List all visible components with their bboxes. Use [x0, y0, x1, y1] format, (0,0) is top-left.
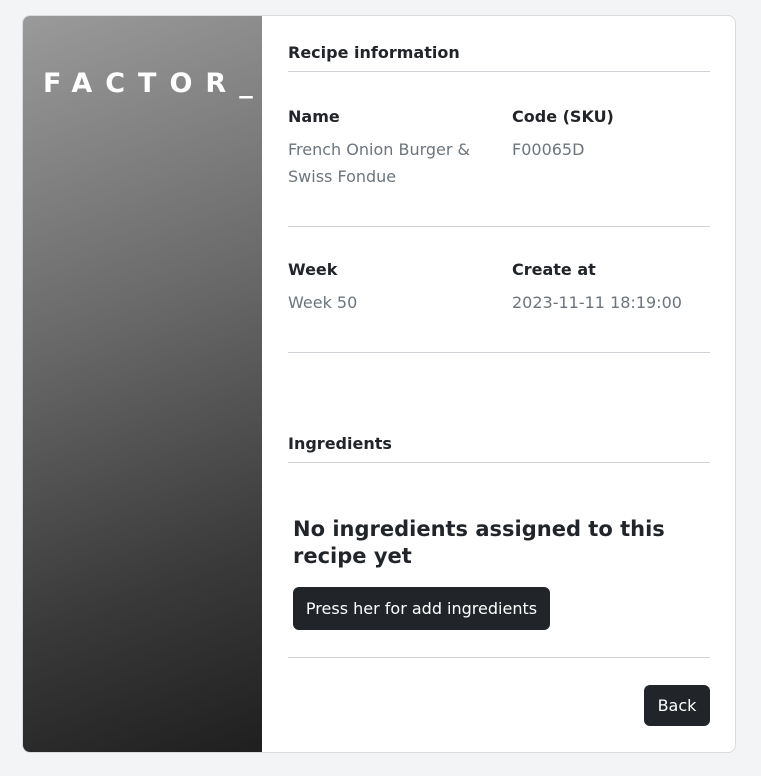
divider: [288, 657, 710, 658]
week-value: Week 50: [288, 293, 358, 312]
created-value: 2023-11-11 18:19:00: [512, 293, 682, 312]
recipe-card: FACTOR_ Recipe information Name French O…: [22, 15, 736, 753]
brand-sidebar: FACTOR_: [23, 16, 262, 752]
divider: [288, 352, 710, 353]
name-label: Name: [288, 107, 340, 126]
back-button[interactable]: Back: [644, 685, 710, 726]
code-value: F00065D: [512, 140, 585, 159]
add-ingredients-button[interactable]: Press her for add ingredients: [293, 587, 550, 630]
empty-ingredients-message: No ingredients assigned to this recipe y…: [293, 517, 665, 568]
recipe-details: Recipe information Name French Onion Bur…: [288, 16, 710, 752]
recipe-information-heading: Recipe information: [288, 43, 710, 72]
week-label: Week: [288, 260, 338, 279]
name-value: French Onion Burger & Swiss Fondue: [288, 140, 471, 186]
factor-logo: FACTOR_: [43, 68, 266, 99]
created-label: Create at: [512, 260, 596, 279]
code-label: Code (SKU): [512, 107, 614, 126]
divider: [288, 226, 710, 227]
ingredients-heading: Ingredients: [288, 434, 710, 463]
